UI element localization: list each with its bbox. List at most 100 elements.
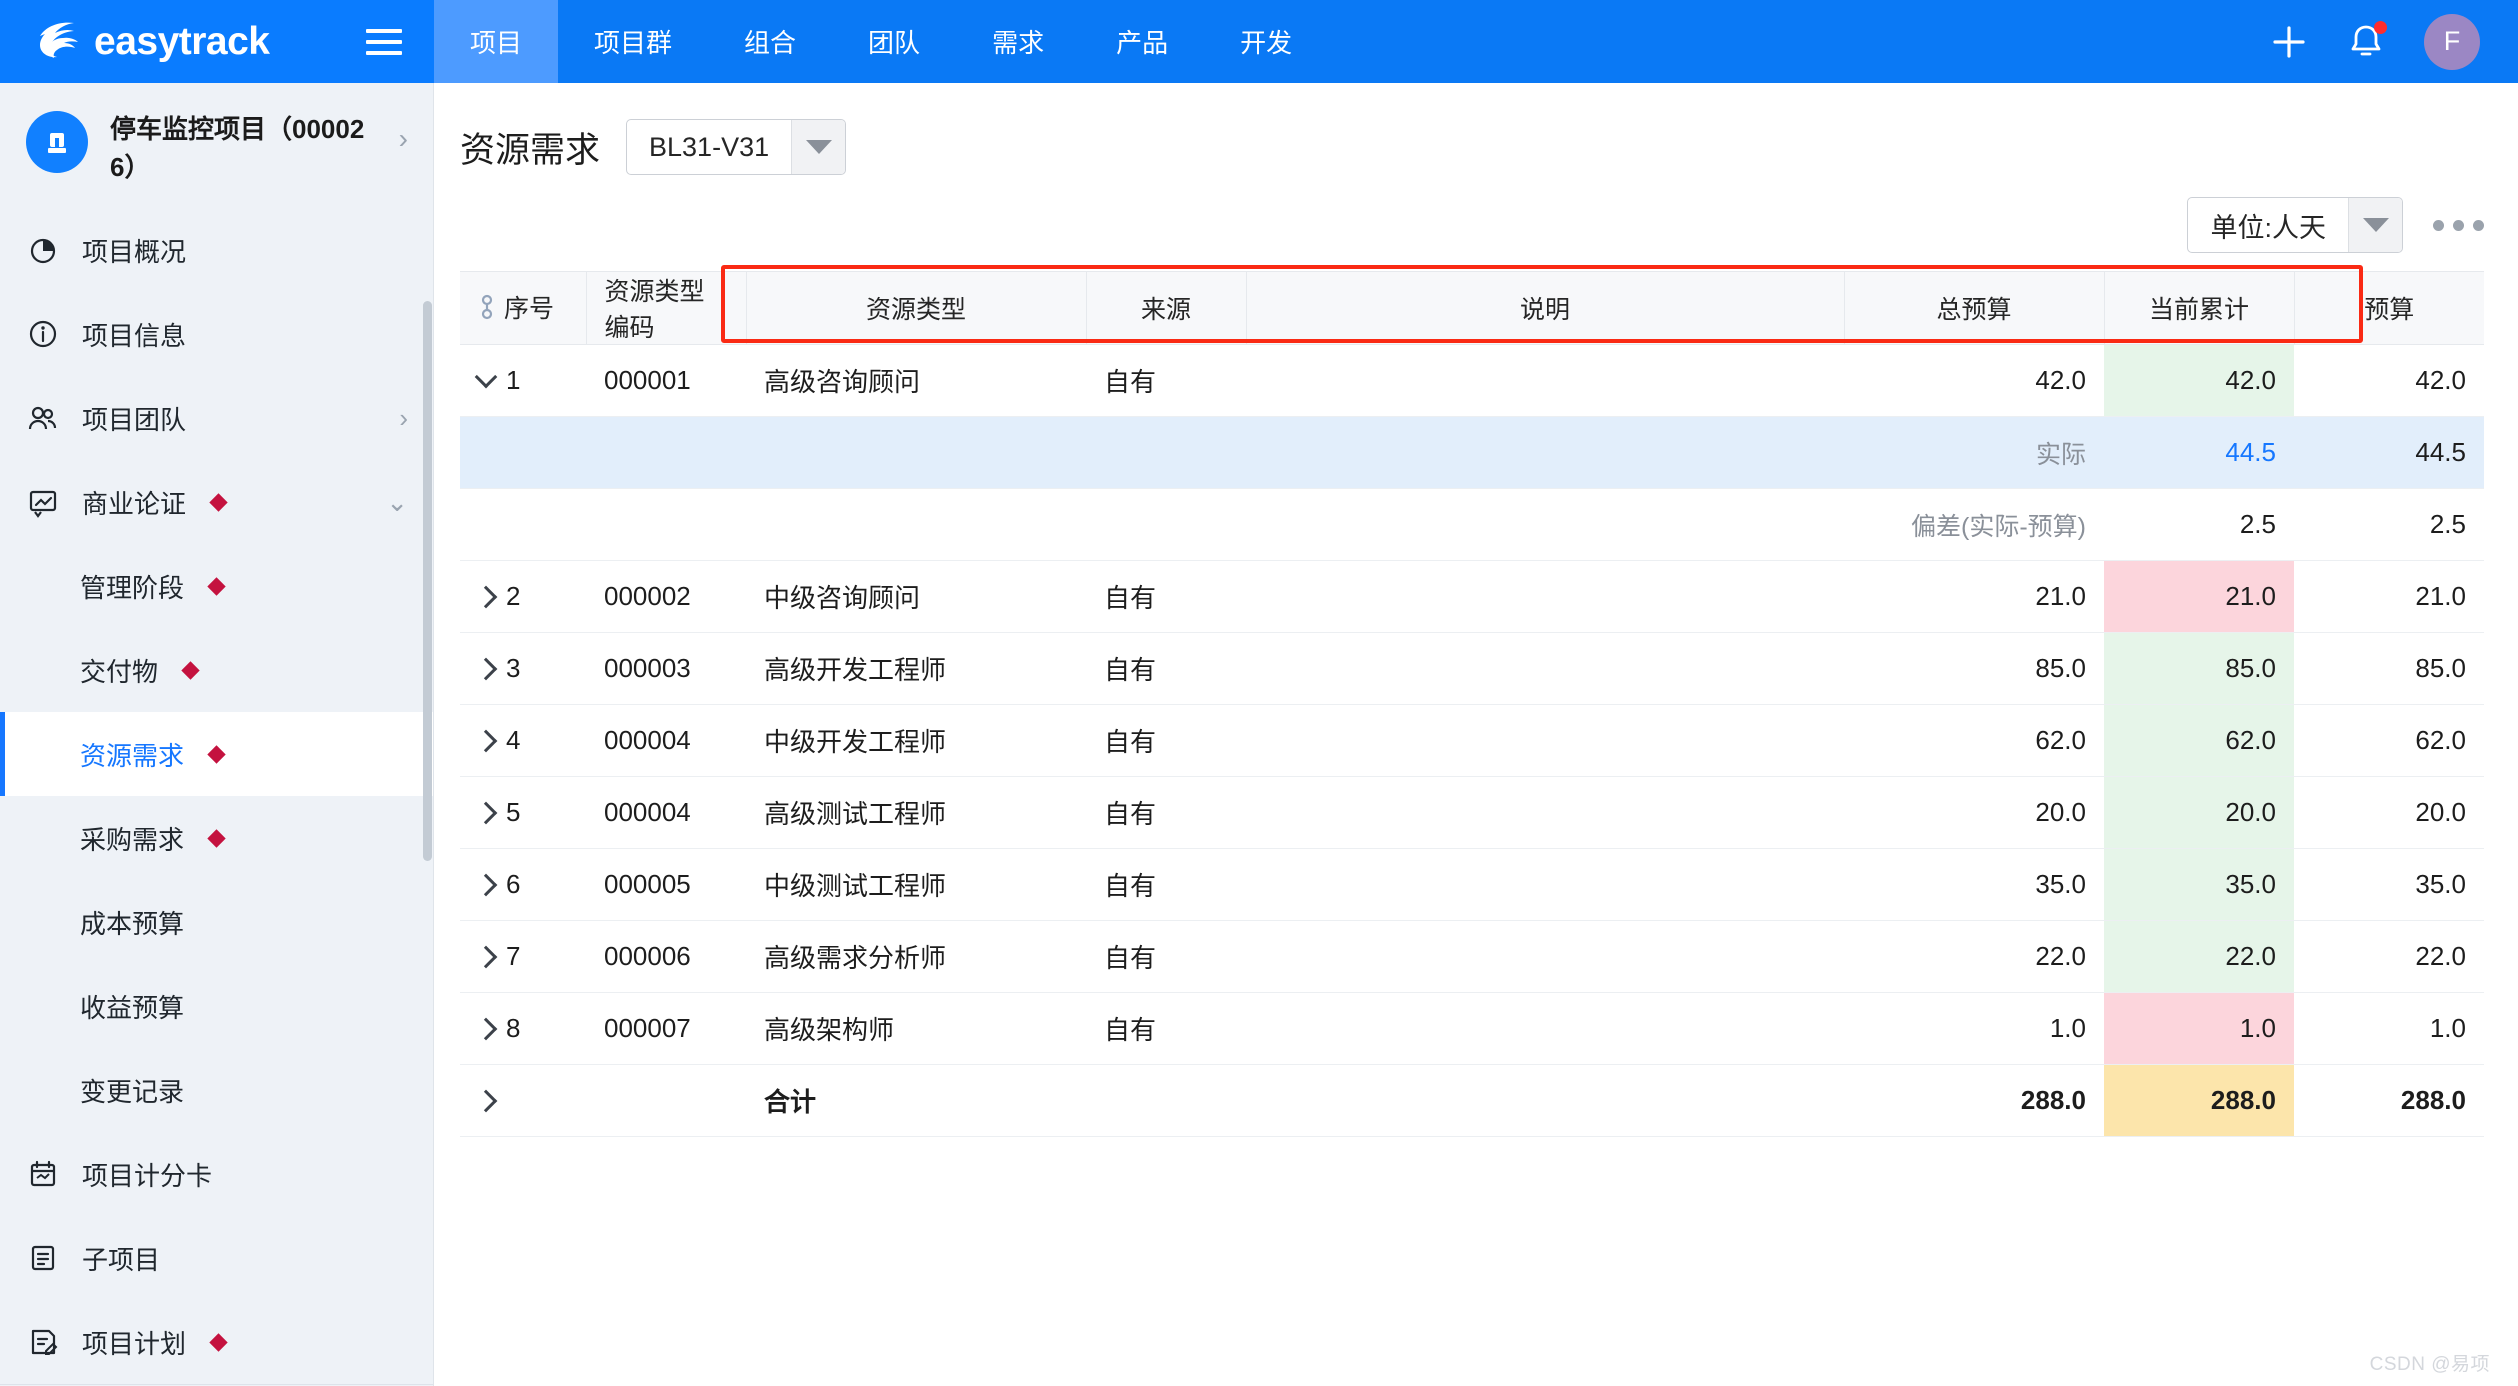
- row-index-label: 8: [506, 1013, 521, 1043]
- project-header[interactable]: 停车监控项目（000026） ›: [0, 83, 434, 208]
- column-header-label: 序号: [504, 294, 555, 323]
- topnav-item-product[interactable]: 产品: [1080, 0, 1204, 83]
- project-title: 停车监控项目（000026）: [110, 114, 365, 182]
- sidebar-item-resource-requirement[interactable]: 资源需求: [0, 712, 434, 797]
- more-horizontal-icon[interactable]: [2433, 219, 2484, 231]
- row-index-label: 1: [506, 365, 521, 395]
- column-header-description[interactable]: 说明: [1245, 271, 1844, 345]
- chevron-right-icon[interactable]: ›: [399, 405, 408, 431]
- topnav-label: 项目: [470, 28, 523, 58]
- subproject-icon: [26, 1241, 60, 1275]
- unit-select[interactable]: 单位:人天: [2187, 197, 2403, 253]
- sidebar-item-benefit-budget[interactable]: 收益预算: [0, 964, 434, 1048]
- avatar[interactable]: F: [2424, 13, 2480, 70]
- baseline-select[interactable]: BL31-V31: [626, 119, 847, 175]
- table-row[interactable]: 1 000001 高级咨询顾问 自有 42.0 42.0 42.0: [460, 344, 2484, 417]
- table-row[interactable]: 2 000002 中级咨询顾问 自有 21.0 21.0 21.0: [460, 560, 2484, 633]
- topnav-item-program[interactable]: 项目群: [558, 0, 708, 83]
- cell-code: 000003: [586, 632, 746, 705]
- topnav-item-portfolio[interactable]: 组合: [708, 0, 832, 83]
- cell-index[interactable]: 6: [460, 848, 586, 921]
- table-subrow-variance: 偏差(实际-预算) 2.5 2.5: [460, 488, 2484, 561]
- sidebar-item-info[interactable]: 项目信息: [0, 292, 434, 376]
- cell-index[interactable]: 4: [460, 704, 586, 777]
- cell-index[interactable]: 2: [460, 560, 586, 633]
- table-row[interactable]: 6 000005 中级测试工程师 自有 35.0 35.0 35.0: [460, 848, 2484, 921]
- cell-index[interactable]: 3: [460, 632, 586, 705]
- chevron-down-icon[interactable]: [474, 365, 498, 388]
- table-row[interactable]: 7 000006 高级需求分析师 自有 22.0 22.0 22.0: [460, 920, 2484, 993]
- sidebar-item-project-plan[interactable]: 项目计划: [0, 1300, 434, 1384]
- chevron-right-icon[interactable]: [474, 729, 498, 752]
- sidebar-item-deliverables[interactable]: 交付物: [0, 628, 434, 712]
- column-handle-icon: [481, 294, 493, 319]
- plus-icon[interactable]: [2270, 23, 2308, 61]
- column-header-budget[interactable]: 预算: [2293, 271, 2484, 345]
- cell-type: 高级架构师: [746, 992, 1086, 1065]
- cell-source: [1086, 1064, 1246, 1137]
- chevron-right-icon[interactable]: [474, 801, 498, 824]
- cell-index[interactable]: [460, 1064, 586, 1137]
- cell-total-budget: 21.0: [1844, 560, 2104, 633]
- topnav-item-requirement[interactable]: 需求: [956, 0, 1080, 83]
- sidebar-item-team[interactable]: 项目团队 ›: [0, 376, 434, 460]
- baseline-select-value: BL31-V31: [649, 131, 770, 162]
- hamburger-menu-icon[interactable]: [366, 28, 402, 55]
- brand-logo[interactable]: easytrack: [36, 20, 270, 64]
- chevron-right-icon[interactable]: [474, 873, 498, 896]
- cell-current-total: 85.0: [2104, 632, 2294, 705]
- table-row[interactable]: 5 000004 高级测试工程师 自有 20.0 20.0 20.0: [460, 776, 2484, 849]
- cell-source: 自有: [1086, 920, 1246, 993]
- cell-type: 高级开发工程师: [746, 632, 1086, 705]
- chevron-right-icon[interactable]: [474, 1089, 498, 1112]
- cell-type: 高级测试工程师: [746, 776, 1086, 849]
- cell-index[interactable]: 1: [460, 344, 586, 417]
- sidebar-item-cost-budget[interactable]: 成本预算: [0, 880, 434, 964]
- table-row[interactable]: 4 000004 中级开发工程师 自有 62.0 62.0 62.0: [460, 704, 2484, 777]
- cell-type: 中级测试工程师: [746, 848, 1086, 921]
- sidebar-item-procurement-requirement[interactable]: 采购需求: [0, 796, 434, 880]
- cell-index[interactable]: 8: [460, 992, 586, 1065]
- chevron-down-icon[interactable]: ⌄: [386, 489, 408, 515]
- column-header-type[interactable]: 资源类型: [745, 271, 1086, 345]
- chevron-right-icon[interactable]: [474, 585, 498, 608]
- users-icon: [26, 401, 60, 435]
- cell-total-budget: 42.0: [1844, 344, 2104, 417]
- table-row[interactable]: 3 000003 高级开发工程师 自有 85.0 85.0 85.0: [460, 632, 2484, 705]
- column-header-current-total[interactable]: 当前累计: [2103, 271, 2294, 345]
- sidebar-scrollbar[interactable]: [423, 301, 432, 861]
- cell-budget: 62.0: [2294, 704, 2484, 777]
- body-wrapper: 停车监控项目（000026） › 项目概况 项目信息 项目团队 › 商业论证 ⌄…: [0, 83, 2518, 1386]
- column-header-index[interactable]: 序号: [460, 271, 586, 345]
- topnav-item-project[interactable]: 项目: [434, 0, 559, 83]
- cell-budget: 22.0: [2294, 920, 2484, 993]
- subrow-label: 偏差(实际-预算): [1844, 488, 2104, 561]
- sidebar-item-management-stage[interactable]: 管理阶段: [0, 544, 434, 628]
- chevron-right-icon[interactable]: [474, 657, 498, 680]
- cell-index[interactable]: 7: [460, 920, 586, 993]
- table-toolbar: 单位:人天: [434, 175, 2518, 253]
- chevron-right-icon[interactable]: [474, 1017, 498, 1040]
- topnav-item-team[interactable]: 团队: [832, 0, 956, 83]
- unit-select-value: 单位:人天: [2210, 212, 2326, 243]
- required-marker-icon: [207, 745, 226, 764]
- sidebar-item-scorecard[interactable]: 项目计分卡: [0, 1132, 434, 1216]
- chevron-right-icon[interactable]: [474, 945, 498, 968]
- sidebar-item-change-log[interactable]: 变更记录: [0, 1048, 434, 1132]
- cell-current-total: 1.0: [2104, 992, 2294, 1065]
- column-header-source[interactable]: 来源: [1085, 271, 1246, 345]
- table-row[interactable]: 8 000007 高级架构师 自有 1.0 1.0 1.0: [460, 992, 2484, 1065]
- column-header-total-budget[interactable]: 总预算: [1843, 271, 2104, 345]
- topnav-item-development[interactable]: 开发: [1204, 0, 1328, 83]
- sidebar-item-business-case[interactable]: 商业论证 ⌄: [0, 460, 434, 544]
- bell-icon[interactable]: [2348, 20, 2387, 61]
- sidebar-item-overview[interactable]: 项目概况: [0, 208, 434, 292]
- chevron-right-icon[interactable]: ›: [399, 125, 408, 153]
- table-total-row[interactable]: 合计 288.0 288.0 288.0: [460, 1064, 2484, 1137]
- cell-budget: 1.0: [2294, 992, 2484, 1065]
- cell-description: [1246, 848, 1844, 921]
- business-case-icon: [26, 485, 60, 519]
- column-header-code[interactable]: 资源类型编码: [585, 271, 746, 345]
- sidebar-item-subproject[interactable]: 子项目: [0, 1216, 434, 1300]
- cell-index[interactable]: 5: [460, 776, 586, 849]
